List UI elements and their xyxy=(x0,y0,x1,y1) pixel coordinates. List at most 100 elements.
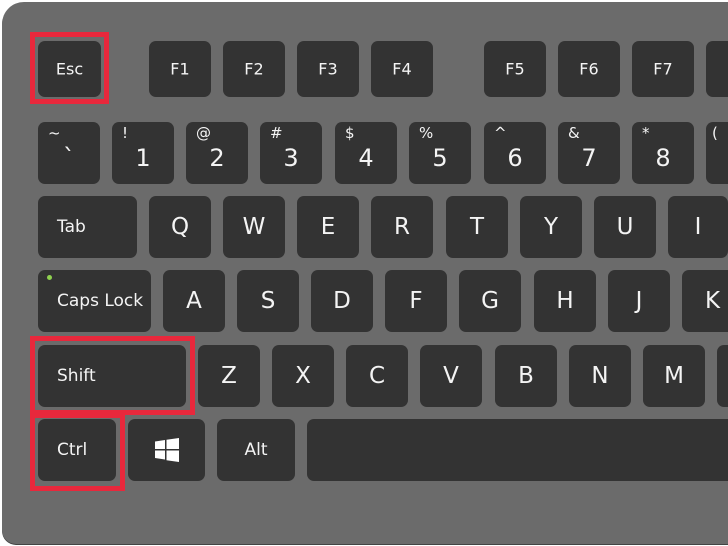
key-2[interactable]: @2 xyxy=(186,122,248,184)
key-label: F2 xyxy=(244,59,264,79)
key-caps-lock[interactable]: Caps Lock xyxy=(38,270,151,332)
key-label: X xyxy=(295,363,311,389)
key-label: F6 xyxy=(579,59,599,79)
key-label: R xyxy=(394,214,410,240)
key-label: Caps Lock xyxy=(57,291,144,311)
key-label: Tab xyxy=(57,217,86,237)
key-label: Alt xyxy=(244,440,268,460)
key-1[interactable]: ! 1 xyxy=(112,122,174,184)
key-f[interactable]: F xyxy=(385,270,447,332)
windows-logo-icon xyxy=(155,438,179,462)
key-n[interactable]: N xyxy=(569,345,631,407)
key-ctrl[interactable]: Ctrl xyxy=(38,419,116,481)
key-space[interactable] xyxy=(307,419,728,481)
key-y[interactable]: Y xyxy=(520,196,582,258)
key-label: S xyxy=(260,288,276,314)
key-f4[interactable]: F4 xyxy=(371,41,433,97)
key-9[interactable]: ( xyxy=(706,122,728,184)
key-h[interactable]: H xyxy=(534,270,596,332)
key-shift-label: * xyxy=(642,124,650,142)
key-shift-label: ( xyxy=(712,124,718,142)
key-label: 1 xyxy=(135,144,151,172)
key-f8[interactable] xyxy=(706,41,728,97)
key-shift[interactable]: Shift xyxy=(38,345,186,407)
key-f3[interactable]: F3 xyxy=(297,41,359,97)
key-label: N xyxy=(591,363,609,389)
key-alt[interactable]: Alt xyxy=(217,419,295,481)
key-a[interactable]: A xyxy=(163,270,225,332)
key-label: V xyxy=(443,363,459,389)
key-g[interactable]: G xyxy=(459,270,521,332)
key-s[interactable]: S xyxy=(237,270,299,332)
key-label: T xyxy=(469,214,485,240)
key-windows[interactable] xyxy=(128,419,205,481)
key-label: B xyxy=(518,363,534,389)
key-shift-label: ! xyxy=(122,124,129,142)
key-label: Z xyxy=(221,363,237,389)
key-label: K xyxy=(705,288,721,314)
key-e[interactable]: E xyxy=(297,196,359,258)
key-label: 6 xyxy=(507,144,523,172)
key-f2[interactable]: F2 xyxy=(223,41,285,97)
key-t[interactable]: T xyxy=(446,196,508,258)
key-f5[interactable]: F5 xyxy=(484,41,546,97)
key-i[interactable]: I xyxy=(668,196,728,258)
key-7[interactable]: & 7 xyxy=(558,122,620,184)
key-6[interactable]: ^ 6 xyxy=(484,122,546,184)
key-5[interactable]: % 5 xyxy=(409,122,471,184)
key-label: U xyxy=(616,214,634,240)
key-label: Shift xyxy=(57,366,96,386)
key-d[interactable]: D xyxy=(311,270,373,332)
caps-lock-indicator xyxy=(47,275,52,280)
key-u[interactable]: U xyxy=(594,196,656,258)
key-label: 3 xyxy=(283,144,299,172)
key-shift-label: # xyxy=(270,124,283,142)
key-esc[interactable]: Esc xyxy=(38,41,101,97)
key-label: Q xyxy=(170,214,190,240)
key-f6[interactable]: F6 xyxy=(558,41,620,97)
key-shift-label: ~ xyxy=(48,124,61,142)
key-label: 2 xyxy=(209,144,225,172)
key-q[interactable]: Q xyxy=(149,196,211,258)
key-j[interactable]: J xyxy=(608,270,670,332)
key-label: F1 xyxy=(170,59,190,79)
key-m[interactable]: M xyxy=(643,345,705,407)
key-3[interactable]: #3 xyxy=(260,122,322,184)
key-label: 7 xyxy=(581,144,597,172)
key-label: W xyxy=(242,214,266,240)
key-label: H xyxy=(556,288,574,314)
key-k[interactable]: K xyxy=(682,270,728,332)
key-label: G xyxy=(481,288,499,314)
key-label: 4 xyxy=(358,144,374,172)
key-z[interactable]: Z xyxy=(198,345,260,407)
key-label: F xyxy=(409,288,423,314)
key-b[interactable]: B xyxy=(495,345,557,407)
key-shift-label: & xyxy=(568,124,580,142)
key-backtick[interactable]: ~ ` xyxy=(38,122,100,184)
key-shift-label: $ xyxy=(345,124,355,142)
key-comma[interactable] xyxy=(717,345,728,407)
key-shift-label: % xyxy=(419,124,434,142)
key-label: F4 xyxy=(392,59,412,79)
key-label: E xyxy=(320,214,336,240)
key-label: I xyxy=(694,214,702,240)
key-x[interactable]: X xyxy=(272,345,334,407)
key-c[interactable]: C xyxy=(346,345,408,407)
key-label: 8 xyxy=(655,144,671,172)
key-label: ` xyxy=(63,144,75,172)
key-f7[interactable]: F7 xyxy=(632,41,694,97)
key-label: F7 xyxy=(653,59,673,79)
key-f1[interactable]: F1 xyxy=(149,41,211,97)
key-label: A xyxy=(186,288,202,314)
key-label: 5 xyxy=(432,144,448,172)
key-shift-label: @ xyxy=(196,124,211,142)
key-label: D xyxy=(333,288,351,314)
key-8[interactable]: * 8 xyxy=(632,122,694,184)
key-4[interactable]: $4 xyxy=(335,122,397,184)
key-tab[interactable]: Tab xyxy=(38,196,137,258)
key-w[interactable]: W xyxy=(223,196,285,258)
key-r[interactable]: R xyxy=(371,196,433,258)
key-label: Ctrl xyxy=(57,440,88,460)
key-label: Y xyxy=(543,214,559,240)
key-v[interactable]: V xyxy=(420,345,482,407)
